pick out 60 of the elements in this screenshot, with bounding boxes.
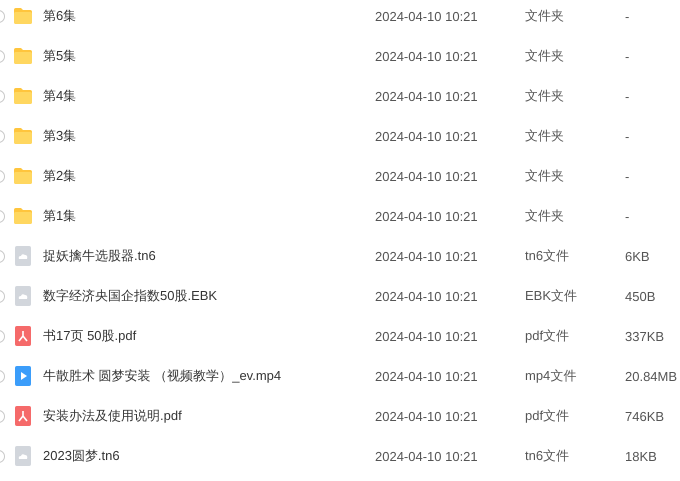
- file-type: 文件夹: [525, 47, 565, 65]
- file-name[interactable]: 书17页 50股.pdf: [43, 327, 375, 345]
- cloud-file-icon: [13, 446, 33, 466]
- file-size: -: [625, 208, 630, 224]
- modified-date: 2024-04-10 10:21: [375, 448, 479, 464]
- file-type: 文件夹: [525, 87, 565, 105]
- modified-date: 2024-04-10 10:21: [375, 408, 479, 424]
- file-type: 文件夹: [525, 167, 565, 185]
- modified-date: 2024-04-10 10:21: [375, 328, 479, 344]
- file-size: 6KB: [625, 248, 650, 264]
- video-file-icon: [13, 366, 33, 386]
- folder-icon: [13, 126, 33, 146]
- file-type: mp4文件: [525, 367, 578, 385]
- file-type: 文件夹: [525, 207, 565, 225]
- file-size: 450B: [625, 288, 656, 304]
- modified-date: 2024-04-10 10:21: [375, 128, 479, 144]
- file-name[interactable]: 牛散胜术 圆梦安装 （视频教学）_ev.mp4: [43, 367, 375, 385]
- folder-icon: [13, 166, 33, 186]
- file-size: 20.84MB: [625, 368, 678, 384]
- file-size: -: [625, 88, 630, 104]
- file-type: 文件夹: [525, 7, 565, 25]
- file-type: EBK文件: [525, 287, 578, 305]
- pdf-file-icon: [13, 406, 33, 426]
- file-type: pdf文件: [525, 327, 570, 345]
- folder-icon: [13, 6, 33, 26]
- file-type: tn6文件: [525, 247, 570, 265]
- file-name[interactable]: 第6集: [43, 7, 375, 25]
- file-size: -: [625, 128, 630, 144]
- file-name[interactable]: 第2集: [43, 167, 375, 185]
- modified-date: 2024-04-10 10:21: [375, 88, 479, 104]
- folder-icon: [13, 206, 33, 226]
- file-name[interactable]: 第3集: [43, 127, 375, 145]
- modified-date: 2024-04-10 10:21: [375, 48, 479, 64]
- file-size: -: [625, 8, 630, 24]
- folder-icon: [13, 46, 33, 66]
- file-size: 746KB: [625, 408, 664, 424]
- file-size: -: [625, 168, 630, 184]
- file-name[interactable]: 捉妖擒牛选股器.tn6: [43, 247, 375, 265]
- file-name[interactable]: 第1集: [43, 207, 375, 225]
- file-name[interactable]: 第5集: [43, 47, 375, 65]
- cloud-file-icon: [13, 286, 33, 306]
- modified-date: 2024-04-10 10:21: [375, 8, 479, 24]
- file-type: 文件夹: [525, 127, 565, 145]
- modified-date: 2024-04-10 10:21: [375, 208, 479, 224]
- file-size: 18KB: [625, 448, 657, 464]
- file-size: 337KB: [625, 328, 664, 344]
- folder-icon: [13, 86, 33, 106]
- file-name[interactable]: 2023圆梦.tn6: [43, 447, 375, 465]
- modified-date: 2024-04-10 10:21: [375, 248, 479, 264]
- pdf-file-icon: [13, 326, 33, 346]
- file-type: pdf文件: [525, 407, 570, 425]
- modified-date: 2024-04-10 10:21: [375, 168, 479, 184]
- file-name[interactable]: 安装办法及使用说明.pdf: [43, 407, 375, 425]
- cloud-file-icon: [13, 246, 33, 266]
- file-name[interactable]: 第4集: [43, 87, 375, 105]
- file-name[interactable]: 数字经济央国企指数50股.EBK: [43, 287, 375, 305]
- modified-date: 2024-04-10 10:21: [375, 368, 479, 384]
- file-size: -: [625, 48, 630, 64]
- modified-date: 2024-04-10 10:21: [375, 288, 479, 304]
- file-type: tn6文件: [525, 447, 570, 465]
